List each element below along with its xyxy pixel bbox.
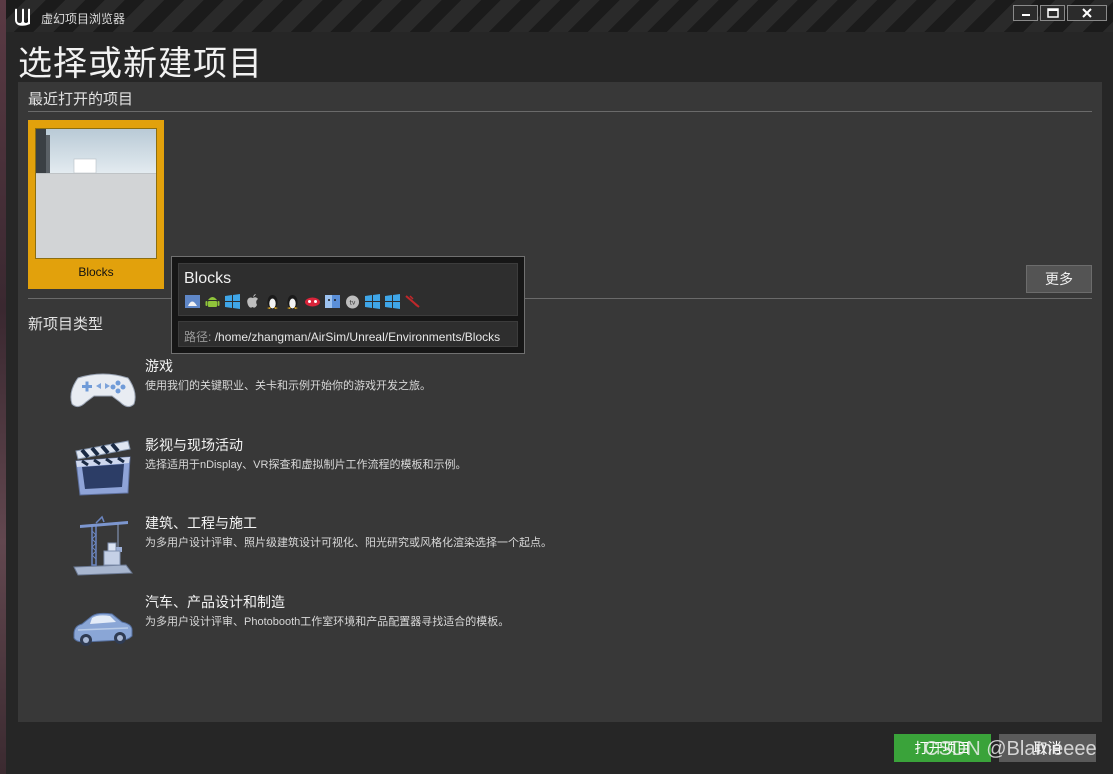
project-type-desc: 为多用户设计评审、Photobooth工作室环境和产品配置器寻找适合的模板。 [145,616,510,628]
linux-icon [284,293,301,310]
svg-text:tv: tv [350,300,356,307]
car-icon [73,612,133,646]
more-button[interactable]: 更多 [1026,265,1092,293]
project-type-architecture[interactable]: 建筑、工程与施工 为多用户设计评审、照片级建筑设计可视化、阳光研究或风格化渲染选… [68,513,968,583]
mac-icon [324,293,341,310]
maximize-icon [1046,8,1059,18]
project-type-desc: 使用我们的关键职业、关卡和示例开始你的游戏开发之旅。 [145,380,431,392]
new-project-types-title: 新项目类型 [28,316,104,333]
windows-icon [384,293,401,310]
page-title: 选择或新建项目 [18,45,263,83]
watermark: CSDN @Blameeee [924,738,1097,760]
lumin-icon [304,293,321,310]
main-panel: 最近打开的项目 Blocks 更多 新项目类型 游戏 使用我们的关键职业、关卡和… [18,82,1102,722]
path-value: /home/zhangman/AirSim/Unreal/Environment… [214,330,501,344]
title-bar[interactable]: 虚幻项目浏览器 [6,0,1113,32]
crane-icon [73,515,133,576]
project-type-name: 游戏 [145,358,173,374]
recent-projects-header: 最近打开的项目 [28,91,134,108]
minimize-icon [1021,14,1030,16]
tooltip-header: Blocks tv [178,263,518,316]
project-tile-blocks[interactable]: Blocks [28,120,164,289]
window-title: 虚幻项目浏览器 [41,12,126,26]
tooltip-path: 路径: /home/zhangman/AirSim/Unreal/Environ… [178,321,518,347]
divider [28,111,1092,112]
project-type-name: 汽车、产品设计和制造 [145,594,285,610]
minimize-button[interactable] [1013,5,1038,21]
gamepad-icon [70,373,136,408]
android-icon [204,293,221,310]
project-thumbnail [35,128,157,259]
project-type-film[interactable]: 影视与现场活动 选择适用于nDisplay、VR探查和虚拟制片工作流程的模板和示… [68,435,968,505]
project-type-automotive[interactable]: 汽车、产品设计和制造 为多用户设计评审、Photobooth工作室环境和产品配置… [68,592,968,662]
project-type-name: 影视与现场活动 [145,437,243,453]
path-label: 路径: [184,330,212,344]
project-tooltip: Blocks tv 路径: /home/zhangman/AirSim/Unre… [171,256,525,354]
linux-mac-icon [184,293,201,310]
close-button[interactable] [1067,5,1107,21]
clapperboard-icon [75,440,131,496]
blocks-scene-thumbnail [36,129,156,258]
tvos-icon: tv [344,293,361,310]
linux-icon [264,293,281,310]
broken-icon [404,293,421,310]
maximize-button[interactable] [1040,5,1065,21]
project-browser-window: 虚幻项目浏览器 选择或新建项目 最近打开的项目 Blocks 更多 新项目类型 … [6,0,1113,774]
window-controls [1013,5,1107,21]
apple-icon [244,293,261,310]
project-type-name: 建筑、工程与施工 [145,515,257,531]
project-type-desc: 为多用户设计评审、照片级建筑设计可视化、阳光研究或风格化渲染选择一个起点。 [145,537,552,549]
platform-icons: tv [184,293,421,310]
project-type-game[interactable]: 游戏 使用我们的关键职业、关卡和示例开始你的游戏开发之旅。 [68,356,968,426]
project-type-desc: 选择适用于nDisplay、VR探查和虚拟制片工作流程的模板和示例。 [145,459,467,471]
windows-icon [364,293,381,310]
close-icon [1082,8,1092,18]
windows-icon [224,293,241,310]
unreal-logo-icon [15,8,30,26]
project-name: Blocks [78,265,114,279]
tooltip-project-name: Blocks [184,270,232,287]
